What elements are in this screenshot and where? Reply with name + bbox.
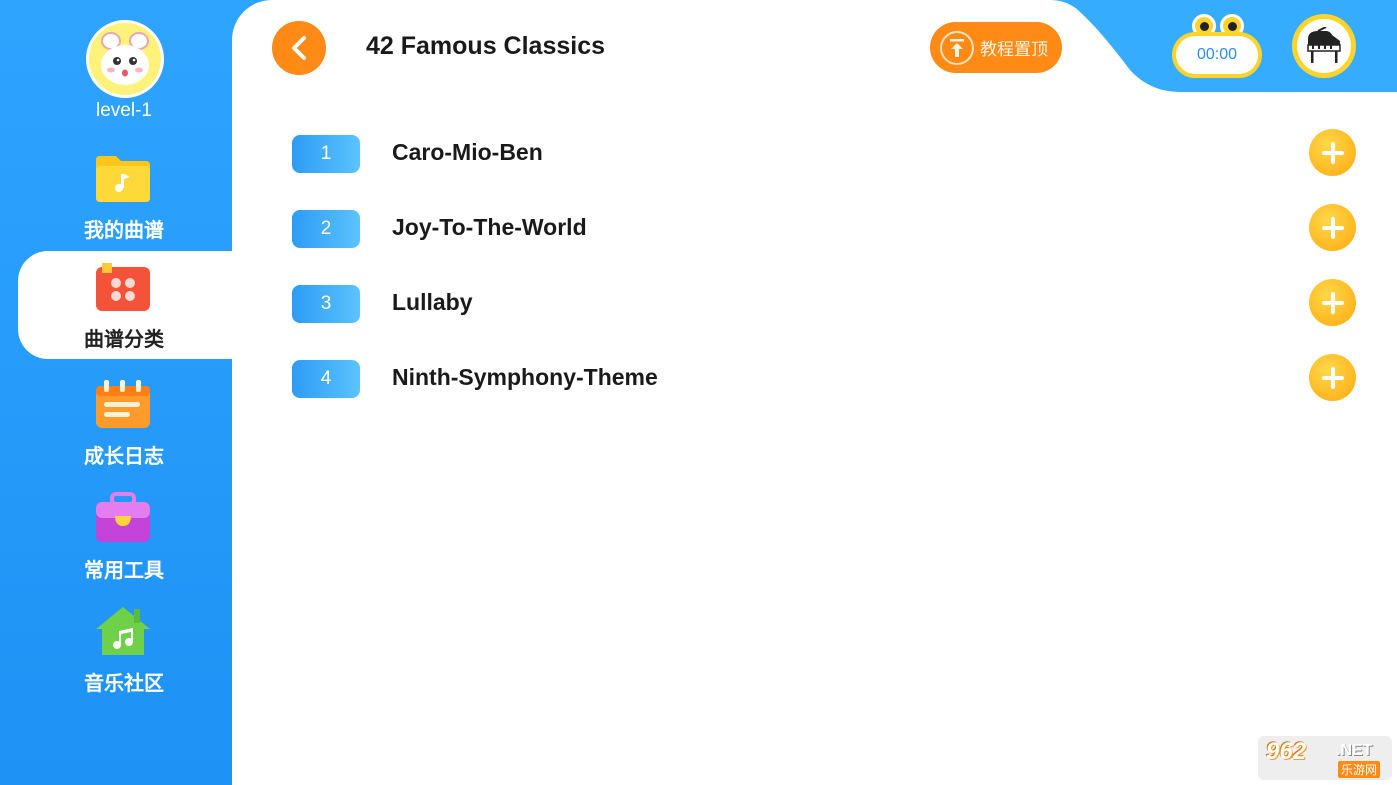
practice-timer[interactable]: 00:00 (1172, 14, 1264, 80)
music-house-icon (94, 605, 152, 657)
sidebar-item-label: 成长日志 (84, 444, 164, 468)
category-grid-icon (94, 261, 152, 313)
song-title[interactable]: Lullaby (392, 289, 473, 316)
sidebar-item-my-scores[interactable]: 我的曲谱 (18, 142, 232, 250)
song-number-badge: 2 (292, 210, 360, 248)
toolbox-icon (94, 492, 152, 544)
song-title[interactable]: Ninth-Symphony-Theme (392, 364, 658, 391)
song-number-badge: 3 (292, 285, 360, 323)
sidebar-item-label: 常用工具 (84, 558, 164, 582)
pin-tutorial-button[interactable]: 教程置顶 (930, 22, 1062, 73)
song-number-badge: 4 (292, 360, 360, 398)
back-button[interactable] (272, 21, 326, 75)
page-title: 42 Famous Classics (366, 32, 606, 60)
hamster-avatar-icon[interactable] (86, 20, 164, 98)
sidebar-item-label: 我的曲谱 (84, 218, 164, 242)
pin-tutorial-label: 教程置顶 (980, 40, 1048, 60)
add-song-button[interactable] (1309, 204, 1356, 251)
plus-icon (1321, 291, 1344, 314)
plus-icon (1321, 216, 1344, 239)
corner-decoration (232, 0, 272, 40)
timer-body: 00:00 (1172, 32, 1262, 78)
sidebar-item-common-tools[interactable]: 常用工具 (18, 482, 232, 590)
add-song-button[interactable] (1309, 354, 1356, 401)
song-list-item[interactable]: 3 Lullaby (292, 279, 1362, 329)
piano-icon (1297, 19, 1351, 73)
sidebar-item-music-community[interactable]: 音乐社区 (18, 595, 232, 703)
user-level: level-1 (96, 100, 152, 121)
song-list-item[interactable]: 1 Caro-Mio-Ben (292, 129, 1362, 179)
timer-value: 00:00 (1176, 36, 1258, 74)
song-list-item[interactable]: 2 Joy-To-The-World (292, 204, 1362, 254)
watermark-sub: 乐游网 (1338, 761, 1381, 778)
plus-icon (1321, 366, 1344, 389)
site-watermark: 962 .NET 乐游网 (1258, 736, 1392, 780)
chevron-left-icon (292, 36, 306, 60)
calendar-log-icon (94, 378, 152, 430)
song-title[interactable]: Joy-To-The-World (392, 214, 587, 241)
song-list-item[interactable]: 4 Ninth-Symphony-Theme (292, 354, 1362, 404)
piano-button[interactable] (1292, 14, 1356, 78)
watermark-suffix: .NET (1336, 742, 1373, 759)
pin-top-icon (940, 30, 974, 65)
add-song-button[interactable] (1309, 129, 1356, 176)
sidebar-item-label: 曲谱分类 (84, 327, 164, 351)
sidebar-item-label: 音乐社区 (84, 671, 164, 695)
watermark-brand: 962 (1266, 738, 1307, 765)
plus-icon (1321, 141, 1344, 164)
folder-music-icon (94, 152, 152, 204)
sidebar: level-1 我的曲谱 曲谱分类 成长日志 常用工具 音乐社区 (0, 0, 232, 785)
sidebar-item-score-categories[interactable]: 曲谱分类 (18, 251, 232, 359)
song-title[interactable]: Caro-Mio-Ben (392, 139, 543, 166)
sidebar-item-growth-log[interactable]: 成长日志 (18, 368, 232, 476)
profile: level-1 (0, 0, 232, 130)
add-song-button[interactable] (1309, 279, 1356, 326)
song-number-badge: 1 (292, 135, 360, 173)
